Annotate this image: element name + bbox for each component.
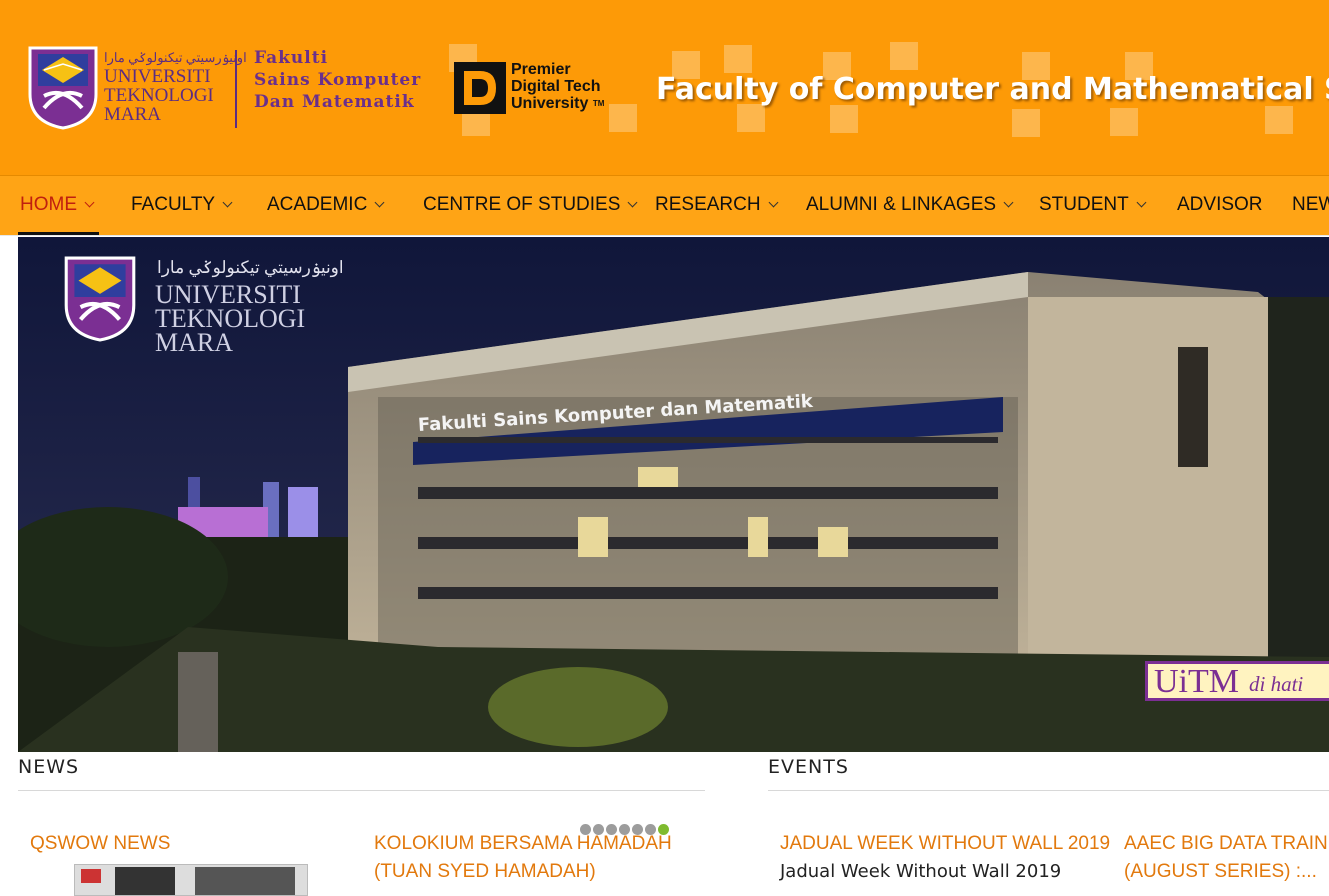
news-card-title[interactable]: QSWOW NEWS [30, 830, 170, 858]
nav-item-centre-of-studies[interactable]: CENTRE OF STUDIES [423, 194, 638, 216]
nav-item-label: RESEARCH [655, 194, 761, 215]
nav-item-advisor[interactable]: ADVISOR [1177, 194, 1263, 216]
decorative-square [609, 104, 637, 132]
nav-item-research[interactable]: RESEARCH [655, 194, 779, 216]
nav-item-academic[interactable]: ACADEMIC [267, 194, 385, 216]
hero-uni-line: MARA [155, 328, 234, 357]
chevron-down-icon [1136, 197, 1147, 208]
chevron-down-icon [627, 197, 638, 208]
news-divider [18, 790, 705, 791]
chevron-down-icon [1003, 197, 1014, 208]
event-card-body: Jadual Week Without Wall 2019 [780, 861, 1062, 882]
nav-item-label: NEWS [1292, 194, 1329, 215]
premier-line: Digital Tech [511, 78, 601, 95]
faculty-wordmark: Fakulti Sains Komputer Dan Matematik [254, 47, 421, 113]
event-title-line: (AUGUST SERIES) :... [1124, 861, 1317, 882]
event-card-title[interactable]: AAEC BIG DATA TRAINING (AUGUST SERIES) :… [1124, 830, 1329, 886]
chevron-down-icon [768, 197, 779, 208]
nav-item-label: FACULTY [131, 194, 216, 215]
nav-item-label: ACADEMIC [267, 194, 368, 215]
uitm-logo[interactable] [28, 46, 98, 130]
main-navigation: HOME FACULTY ACADEMIC CENTRE OF STUDIES … [0, 175, 1329, 236]
chevron-down-icon [84, 197, 95, 208]
decorative-square [890, 42, 918, 70]
nav-item-label: ADVISOR [1177, 194, 1263, 215]
news-title-line: (TUAN SYED HAMADAH) [374, 861, 596, 882]
chevron-down-icon [222, 197, 233, 208]
hero-slider[interactable]: اونيۏرسيتي تيكنولوݢي مارا UNIVERSITI TEK… [18, 237, 1329, 752]
badge-main-text: UiTM [1154, 663, 1239, 700]
hero-arabic-text: اونيۏرسيتي تيكنولوݢي مارا [157, 258, 344, 277]
nav-item-home[interactable]: HOME [20, 194, 95, 216]
nav-item-label: ALUMNI & LINKAGES [806, 194, 997, 215]
events-heading: EVENTS [768, 756, 849, 778]
trademark-mark: TM [592, 99, 605, 108]
uitm-line: MARA [104, 104, 162, 125]
hero-uitm-logo [64, 256, 136, 342]
nav-item-alumni-linkages[interactable]: ALUMNI & LINKAGES [806, 194, 1014, 216]
thumbnail-detail [115, 867, 175, 895]
thumbnail-detail [195, 867, 295, 895]
decorative-square [1265, 106, 1293, 134]
premier-digital-wordmark: Premier Digital Tech University TM [511, 61, 604, 112]
nav-item-student[interactable]: STUDENT [1039, 194, 1147, 216]
thumbnail-detail [81, 869, 101, 883]
faculty-line: Dan Matematik [254, 92, 415, 112]
uitm-line: UNIVERSITI [104, 66, 211, 87]
active-nav-underline [18, 232, 99, 235]
uitm-wordmark: اونيۏرسيتي تيكنولوݢي مارا UNIVERSITI TEK… [104, 48, 247, 124]
uitm-line: TEKNOLOGI [104, 85, 214, 106]
nav-item-label: STUDENT [1039, 194, 1129, 215]
event-card-title[interactable]: JADUAL WEEK WITHOUT WALL 2019 [780, 830, 1110, 858]
nav-item-faculty[interactable]: FACULTY [131, 194, 233, 216]
decorative-square [1110, 108, 1138, 136]
faculty-line: Sains Komputer [254, 70, 422, 90]
premier-line: Premier [511, 61, 571, 78]
decorative-square [830, 105, 858, 133]
decorative-square [737, 104, 765, 132]
premier-line: University [511, 95, 589, 112]
logo-divider [235, 50, 237, 128]
events-divider [768, 790, 1329, 791]
faculty-banner-title: Faculty of Computer and Mathematical Sci… [656, 72, 1329, 107]
nav-item-label: CENTRE OF STUDIES [423, 194, 621, 215]
event-title-line: AAEC BIG DATA TRAINING [1124, 833, 1329, 854]
decorative-square [724, 45, 752, 73]
news-thumbnail[interactable] [74, 864, 308, 896]
nav-item-news[interactable]: NEWS [1292, 194, 1329, 216]
news-card-title[interactable]: KOLOKIUM BERSAMA HAMADAH (TUAN SYED HAMA… [374, 830, 672, 886]
news-heading: NEWS [18, 756, 80, 778]
premier-digital-logo [454, 62, 506, 114]
badge-sub-text: di hati [1249, 672, 1304, 696]
uitm-arabic-text: اونيۏرسيتي تيكنولوݢي مارا [104, 50, 247, 65]
chevron-down-icon [374, 197, 385, 208]
hero-uitm-wordmark: اونيۏرسيتي تيكنولوݢي مارا UNIVERSITI TEK… [155, 258, 343, 357]
decorative-square [1012, 109, 1040, 137]
nav-item-label: HOME [20, 194, 77, 215]
news-title-line: KOLOKIUM BERSAMA HAMADAH [374, 833, 672, 854]
uitm-di-hati-badge: UiTM di hati [1145, 661, 1329, 701]
faculty-line: Fakulti [254, 48, 329, 68]
site-header: اونيۏرسيتي تيكنولوݢي مارا UNIVERSITI TEK… [0, 0, 1329, 175]
